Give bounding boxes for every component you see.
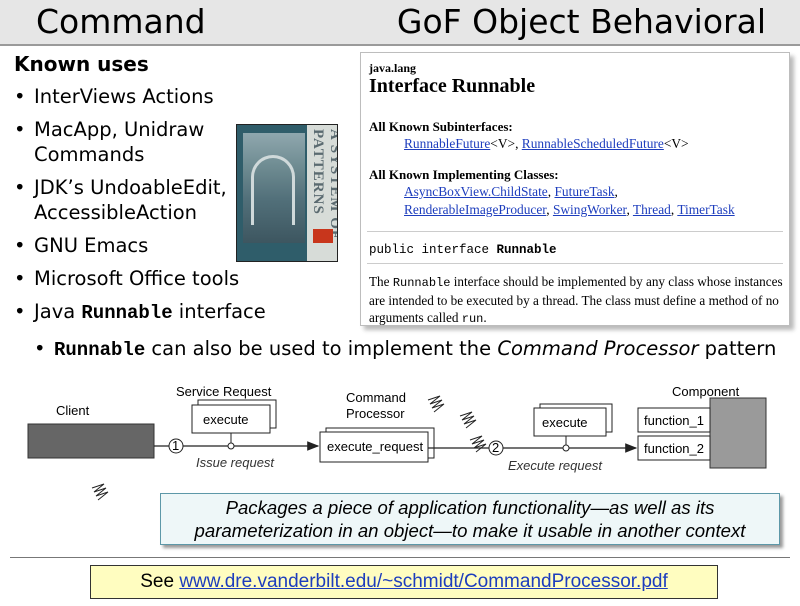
list-item-java-runnable: Java Runnable interface xyxy=(14,299,314,326)
issue-request-label: Issue request xyxy=(196,455,275,470)
execute-request-label: Execute request xyxy=(508,458,603,473)
javadoc-divider xyxy=(367,263,783,264)
footer-divider xyxy=(10,557,790,558)
javadoc-runnable-panel: java.lang Interface Runnable All Known S… xyxy=(360,52,790,326)
javadoc-description: The Runnable interface should be impleme… xyxy=(369,274,783,326)
subinterfaces-list: RunnableFuture<V>, RunnableScheduledFutu… xyxy=(404,136,689,151)
command-attach xyxy=(562,444,570,452)
link-asyncboxview-childstate[interactable]: AsyncBoxView.ChildState xyxy=(404,184,548,199)
thread-icon xyxy=(427,395,445,413)
implementing-classes-label: All Known Implementing Classes: xyxy=(369,167,559,182)
function-2-label: function_2 xyxy=(644,441,704,456)
title-bar: Command GoF Object Behavioral xyxy=(0,0,800,46)
callout-line-2: parameterization in an object—to make it… xyxy=(194,520,746,541)
callout-line-1: Packages a piece of application function… xyxy=(225,497,715,518)
component-box xyxy=(709,397,767,469)
subinterfaces-label: All Known Subinterfaces: xyxy=(369,119,513,134)
implementing-classes-list: AsyncBoxView.ChildState, FutureTask, Ren… xyxy=(404,184,735,217)
link-runnable-future[interactable]: RunnableFuture xyxy=(404,136,490,151)
list-item: InterViews Actions xyxy=(14,84,314,109)
slide-category: GoF Object Behavioral xyxy=(396,2,766,41)
book-cover-arch xyxy=(251,155,295,225)
thread-icon xyxy=(459,411,477,429)
link-renderableimageproducer[interactable]: RenderableImageProducer xyxy=(404,202,546,217)
step-2-number: 2 xyxy=(492,440,499,455)
service-request-attach xyxy=(227,442,235,450)
service-request-execute: execute xyxy=(203,412,249,427)
sub-list-item-command-processor: Runnable can also be used to implement t… xyxy=(34,336,776,363)
book-cover-image: A SYSTEM OF PATTERNS xyxy=(236,124,338,262)
footer-reference: See www.dre.vanderbilt.edu/~schmidt/Comm… xyxy=(90,565,718,599)
client-label: Client xyxy=(56,403,90,418)
list-item: Microsoft Office tools xyxy=(14,266,314,291)
javadoc-divider xyxy=(367,231,783,232)
link-futuretask[interactable]: FutureTask xyxy=(554,184,614,199)
link-timertask[interactable]: TimerTask xyxy=(677,202,734,217)
execute-request-method: execute_request xyxy=(327,439,424,454)
command-execute: execute xyxy=(542,415,588,430)
publisher-logo xyxy=(313,229,333,243)
link-thread[interactable]: Thread xyxy=(633,202,671,217)
step-1-number: 1 xyxy=(172,438,179,453)
command-processor-label-1: Command xyxy=(346,390,406,405)
command-processor-label-2: Processor xyxy=(346,406,405,421)
javadoc-package: java.lang xyxy=(369,61,417,75)
intent-callout: Packages a piece of application function… xyxy=(160,493,780,545)
thread-icon xyxy=(91,483,109,501)
link-swingworker[interactable]: SwingWorker xyxy=(553,202,627,217)
client-box xyxy=(27,423,155,459)
service-request-label: Service Request xyxy=(176,384,272,399)
javadoc-declaration: public interface Runnable xyxy=(369,243,557,257)
reference-link[interactable]: www.dre.vanderbilt.edu/~schmidt/CommandP… xyxy=(179,571,667,592)
link-runnable-scheduled-future[interactable]: RunnableScheduledFuture xyxy=(522,136,664,151)
slide-title: Command xyxy=(36,2,206,41)
thread-icon xyxy=(469,435,487,453)
function-1-label: function_1 xyxy=(644,413,704,428)
component-label: Component xyxy=(672,384,740,399)
javadoc-interface-title: Interface Runnable xyxy=(369,75,536,97)
known-uses-heading: Known uses xyxy=(14,52,149,76)
